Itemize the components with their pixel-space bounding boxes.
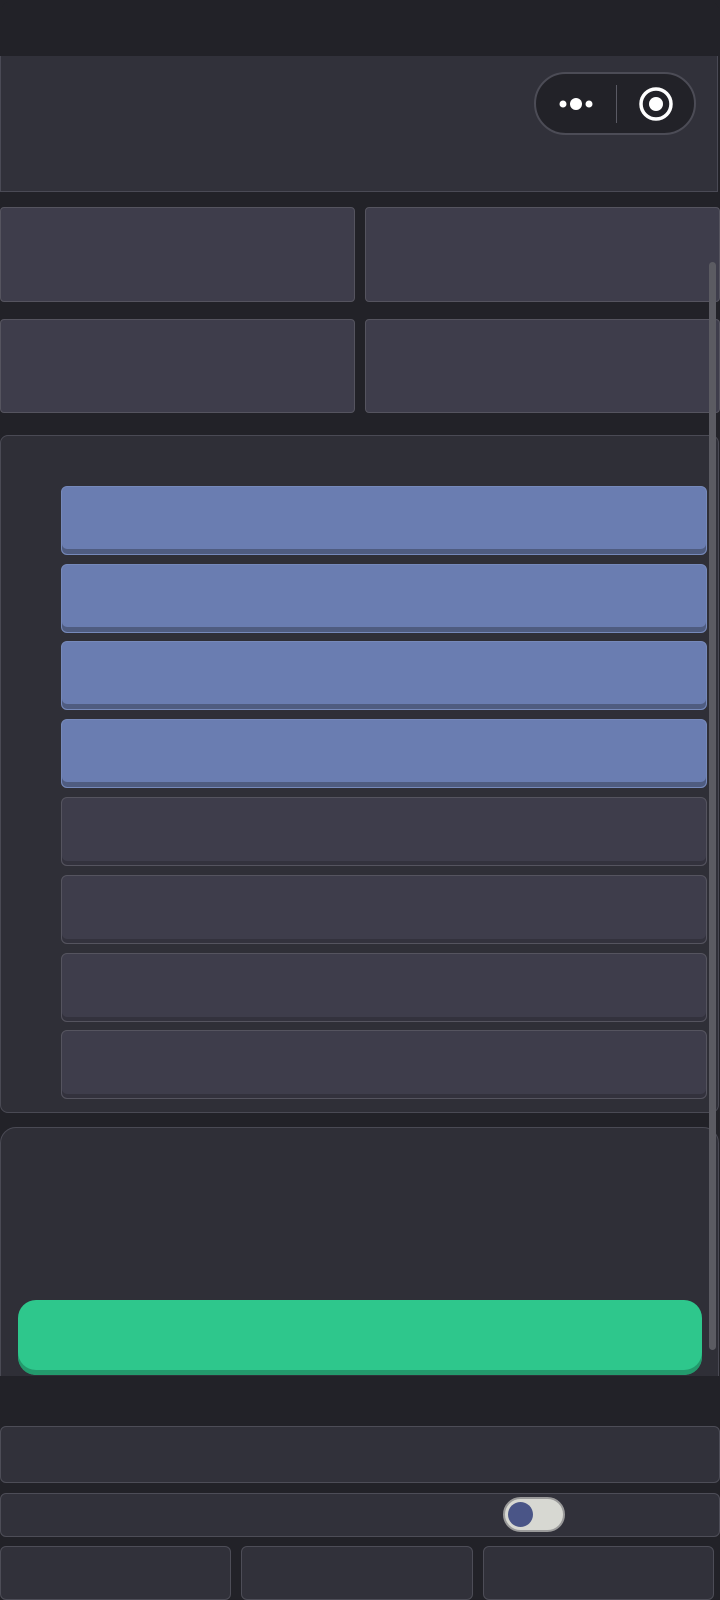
list-item[interactable] [61, 564, 707, 633]
scrollbar[interactable] [709, 262, 716, 1350]
toggle-switch[interactable] [503, 1497, 565, 1532]
grid-tile[interactable] [0, 319, 355, 413]
more-dots-icon [559, 97, 593, 110]
list-item[interactable] [61, 875, 707, 944]
list-item[interactable] [61, 486, 707, 555]
list-item[interactable] [61, 1030, 707, 1099]
target-circle-icon [638, 86, 673, 121]
bottom-tab[interactable] [241, 1546, 473, 1600]
settings-row[interactable] [0, 1426, 720, 1483]
list-item[interactable] [61, 641, 707, 710]
mini-program-capsule [534, 72, 696, 135]
bottom-tab[interactable] [483, 1546, 714, 1600]
screen [0, 0, 720, 1600]
toggle-row [0, 1493, 720, 1537]
more-button[interactable] [536, 74, 616, 133]
list-item[interactable] [61, 797, 707, 866]
list-item[interactable] [61, 719, 707, 788]
grid-tile[interactable] [365, 319, 720, 413]
toggle-knob [508, 1502, 533, 1527]
close-button[interactable] [617, 74, 694, 133]
list-item[interactable] [61, 953, 707, 1022]
primary-action-button[interactable] [18, 1300, 702, 1375]
status-bar [0, 0, 720, 56]
bottom-tab[interactable] [0, 1546, 231, 1600]
grid-tile[interactable] [0, 207, 355, 302]
grid-tile[interactable] [365, 207, 720, 302]
